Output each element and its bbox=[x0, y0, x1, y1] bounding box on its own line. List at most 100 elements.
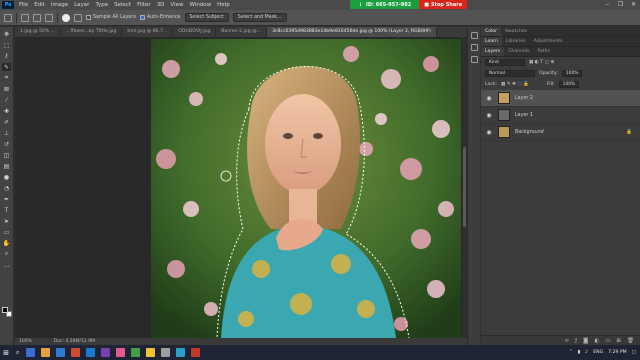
menu-help[interactable]: Help bbox=[214, 2, 233, 8]
group-icon[interactable]: ▭ bbox=[605, 338, 610, 344]
tab-swatches[interactable]: Swatches bbox=[501, 27, 531, 36]
menu-layer[interactable]: Layer bbox=[71, 2, 92, 8]
tab-document-1[interactable]: 1.jpg @ 50% ... bbox=[15, 27, 62, 37]
stop-share-button[interactable]: ■ Stop Share bbox=[419, 0, 468, 9]
color-swatches[interactable] bbox=[2, 307, 12, 317]
lock-icon[interactable]: 🔒 bbox=[626, 130, 632, 135]
opacity-input[interactable]: 100% bbox=[561, 70, 583, 77]
menu-view[interactable]: View bbox=[167, 2, 186, 8]
fx-icon[interactable]: ƒ bbox=[575, 338, 577, 344]
menu-file[interactable]: File bbox=[16, 2, 31, 8]
app-icon-7[interactable] bbox=[191, 348, 201, 357]
eye-icon[interactable]: ◉ bbox=[485, 112, 493, 119]
foreground-color[interactable] bbox=[2, 307, 8, 313]
zoom-level[interactable]: 100% bbox=[19, 339, 32, 344]
close-button[interactable]: ✕ bbox=[627, 0, 640, 10]
edge-icon[interactable] bbox=[56, 348, 66, 357]
tab-color[interactable]: Color bbox=[481, 27, 501, 36]
app-icon-3[interactable] bbox=[131, 348, 141, 357]
minimize-button[interactable]: – bbox=[601, 0, 614, 10]
tab-learn[interactable]: Learn bbox=[481, 37, 502, 46]
brush-size-icon[interactable] bbox=[62, 13, 70, 22]
windows-start-icon[interactable]: ⊞ bbox=[0, 345, 12, 360]
app-icon-2[interactable] bbox=[116, 348, 126, 357]
adjustment-icon[interactable]: ◐ bbox=[594, 338, 599, 344]
dodge-tool-icon[interactable]: ◔ bbox=[2, 184, 11, 192]
volume-icon[interactable]: ♪ bbox=[585, 350, 588, 355]
chrome-icon[interactable] bbox=[71, 348, 81, 357]
tab-adjustments[interactable]: Adjustments bbox=[530, 37, 567, 46]
brush-angle-icon[interactable] bbox=[74, 13, 82, 22]
properties-icon[interactable] bbox=[471, 44, 478, 51]
auto-enhance-checkbox[interactable]: Auto-Enhance bbox=[139, 15, 181, 20]
select-and-mask-button[interactable]: Select and Mask... bbox=[232, 13, 287, 22]
menu-select[interactable]: Select bbox=[111, 2, 134, 8]
mask-icon[interactable]: ◙ bbox=[583, 338, 588, 344]
tab-channels[interactable]: Channels bbox=[504, 47, 533, 56]
photo-canvas[interactable] bbox=[151, 39, 461, 338]
menu-edit[interactable]: Edit bbox=[31, 2, 48, 8]
fill-input[interactable]: 100% bbox=[558, 81, 580, 88]
marquee-tool-icon[interactable]: ⬚ bbox=[2, 41, 11, 49]
tab-document-active[interactable]: 3c8cc0395d983883e14b9e816456de.jpg @ 100… bbox=[267, 27, 437, 37]
add-selection-icon[interactable] bbox=[33, 13, 41, 22]
menu-window[interactable]: Window bbox=[186, 2, 214, 8]
pen-tool-icon[interactable]: ✒ bbox=[2, 195, 11, 203]
new-selection-icon[interactable] bbox=[21, 13, 29, 22]
path-selection-icon[interactable]: ➤ bbox=[2, 217, 11, 225]
more-tools-icon[interactable]: … bbox=[2, 261, 11, 269]
trash-icon[interactable]: 🗑 bbox=[627, 338, 634, 344]
crop-tool-icon[interactable]: ⌗ bbox=[2, 74, 11, 82]
history-icon[interactable] bbox=[471, 32, 478, 39]
app-icon-6[interactable] bbox=[176, 348, 186, 357]
blur-tool-icon[interactable]: ● bbox=[2, 173, 11, 181]
quick-selection-tool-icon[interactable]: ✎ bbox=[2, 63, 11, 71]
select-subject-button[interactable]: Select Subject bbox=[184, 13, 229, 22]
hand-tool-icon[interactable]: ✋ bbox=[2, 239, 11, 247]
type-tool-icon[interactable]: T bbox=[2, 206, 11, 214]
zoom-tool-icon[interactable]: ⌕ bbox=[2, 250, 11, 258]
healing-brush-icon[interactable]: ✚ bbox=[2, 107, 11, 115]
canvas-area[interactable] bbox=[15, 37, 462, 338]
lasso-tool-icon[interactable]: ℓ bbox=[2, 52, 11, 60]
tab-paths[interactable]: Paths bbox=[533, 47, 554, 56]
eye-icon[interactable]: ◉ bbox=[485, 95, 493, 102]
paragraph-icon[interactable] bbox=[471, 56, 478, 63]
lock-icons[interactable]: ▦ ✎ ✥ ⬚ 🔒 bbox=[501, 82, 529, 87]
move-tool-icon[interactable]: ✥ bbox=[2, 30, 11, 38]
brush-tool-icon[interactable]: ✐ bbox=[2, 118, 11, 126]
language-indicator[interactable]: ENG bbox=[593, 350, 603, 355]
tab-document-3[interactable]: tree.jpg @ 66.7... bbox=[122, 27, 174, 37]
clone-stamp-icon[interactable]: ⊥ bbox=[2, 129, 11, 137]
tab-document-4[interactable]: ODUDOVIJ.jpg bbox=[173, 27, 217, 37]
scrollbar-thumb[interactable] bbox=[463, 147, 466, 227]
clock[interactable]: 7:29 PM bbox=[608, 350, 627, 355]
notifications-icon[interactable]: ▢ bbox=[632, 350, 636, 355]
gradient-tool-icon[interactable]: ▤ bbox=[2, 162, 11, 170]
filter-icons[interactable]: ▦ ◐ T ▢ ⊕ bbox=[529, 60, 554, 65]
frame-tool-icon[interactable]: ⊠ bbox=[2, 85, 11, 93]
tool-preset-icon[interactable] bbox=[4, 13, 12, 22]
layer-row-layer1[interactable]: ◉ Layer 1 bbox=[481, 107, 640, 124]
tab-libraries[interactable]: Libraries bbox=[502, 37, 530, 46]
blend-mode-select[interactable]: Normal bbox=[485, 70, 535, 77]
task-view-icon[interactable] bbox=[26, 348, 36, 357]
menu-3d[interactable]: 3D bbox=[154, 2, 168, 8]
file-explorer-icon[interactable] bbox=[41, 348, 51, 357]
app-icon-5[interactable] bbox=[161, 348, 171, 357]
app-icon-1[interactable] bbox=[101, 348, 111, 357]
layer-row-background[interactable]: ◉ Background 🔒 bbox=[481, 124, 640, 141]
tab-document-5[interactable]: Banner-2.jpg @... bbox=[216, 27, 268, 37]
subtract-selection-icon[interactable] bbox=[45, 13, 53, 22]
network-icon[interactable]: ▮ bbox=[578, 350, 581, 355]
history-brush-icon[interactable]: ↺ bbox=[2, 140, 11, 148]
restore-button[interactable]: ❐ bbox=[614, 0, 627, 10]
chevron-up-icon[interactable]: ⌃ bbox=[569, 350, 573, 355]
layer-kind-filter[interactable]: Kind bbox=[485, 59, 525, 66]
layer-row-layer2[interactable]: ◉ Layer 2 bbox=[481, 90, 640, 107]
menu-image[interactable]: Image bbox=[48, 2, 71, 8]
eraser-tool-icon[interactable]: ◫ bbox=[2, 151, 11, 159]
tab-document-2[interactable]: ...ffower...by Tlttle.jpg bbox=[61, 27, 123, 37]
eye-icon[interactable]: ◉ bbox=[485, 129, 493, 136]
menu-filter[interactable]: Filter bbox=[134, 2, 154, 8]
